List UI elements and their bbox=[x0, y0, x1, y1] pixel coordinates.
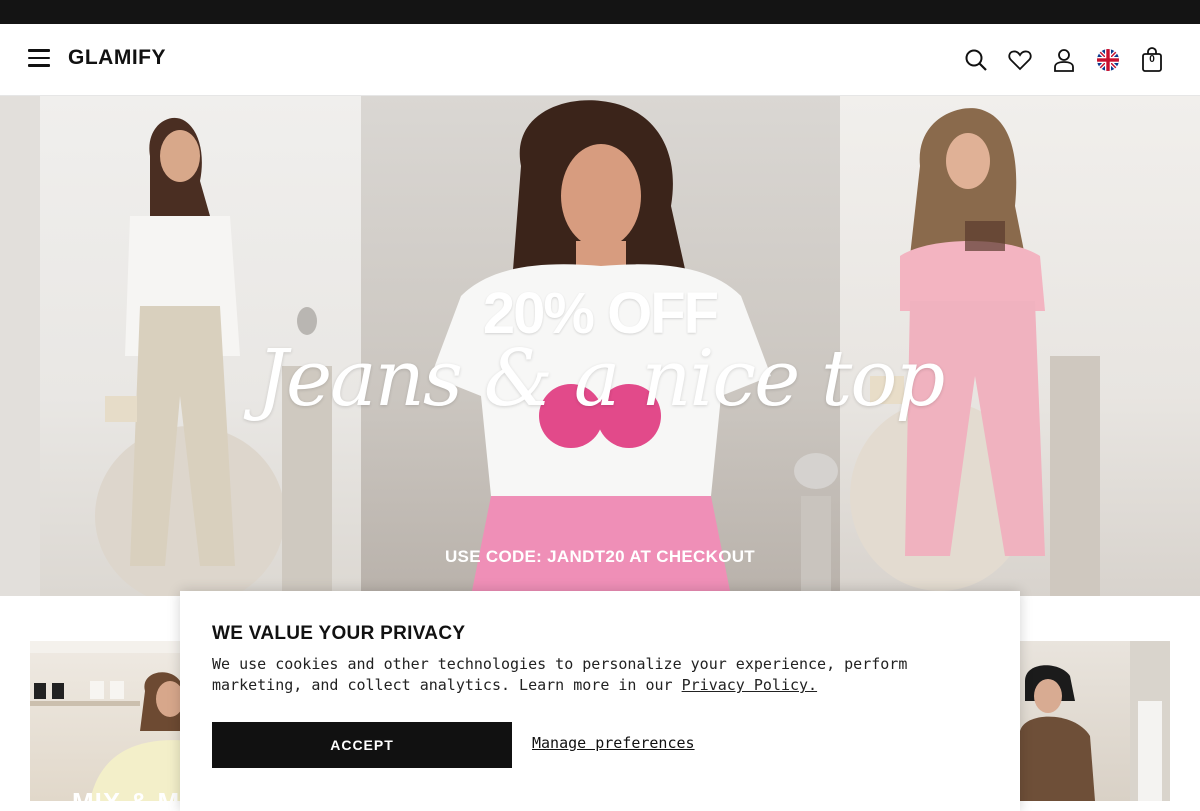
cookie-title: WE VALUE YOUR PRIVACY bbox=[212, 623, 466, 644]
uk-flag-icon[interactable] bbox=[1086, 42, 1130, 78]
hero-photo-left bbox=[0, 96, 361, 596]
category-tile-left[interactable]: MIX & M bbox=[30, 641, 190, 801]
bag-count-badge: 0 bbox=[1149, 54, 1155, 65]
heart-icon[interactable] bbox=[998, 42, 1042, 78]
menu-icon[interactable] bbox=[28, 49, 50, 69]
user-icon[interactable] bbox=[1042, 42, 1086, 78]
brand-logo[interactable]: GLAMIFY bbox=[68, 46, 166, 70]
privacy-policy-link[interactable]: Privacy Policy. bbox=[682, 676, 817, 694]
category-tile-left-text: MIX & M bbox=[72, 787, 180, 801]
header-icons: 0 bbox=[954, 42, 1174, 78]
bag-icon[interactable]: 0 bbox=[1130, 42, 1174, 78]
category-tile-right[interactable] bbox=[1020, 641, 1170, 801]
hero-banner[interactable]: 20% OFF Jeans & a nice top USE CODE: JAN… bbox=[0, 96, 1200, 596]
cookie-consent-banner: WE VALUE YOUR PRIVACY We use cookies and… bbox=[180, 591, 1020, 811]
hero-photo-right bbox=[840, 96, 1200, 596]
manage-preferences-link[interactable]: Manage preferences bbox=[532, 734, 695, 752]
announcement-bar bbox=[0, 0, 1200, 24]
cookie-body: We use cookies and other technologies to… bbox=[212, 654, 1002, 696]
search-icon[interactable] bbox=[954, 42, 998, 78]
accept-cookies-button[interactable]: ACCEPT bbox=[212, 722, 512, 768]
hero-photo-center bbox=[361, 96, 840, 596]
site-header: GLAMIFY 0 bbox=[0, 24, 1200, 96]
